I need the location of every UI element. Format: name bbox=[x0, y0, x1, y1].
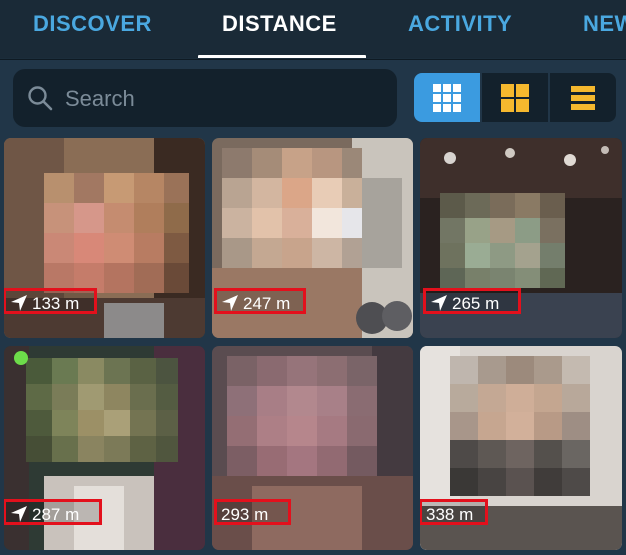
profile-tile[interactable]: 338 m bbox=[420, 346, 622, 550]
active-tab-indicator bbox=[198, 55, 366, 58]
tab-new[interactable]: NEW bbox=[583, 8, 626, 40]
location-arrow-icon bbox=[431, 295, 447, 311]
location-arrow-icon bbox=[11, 295, 27, 311]
toolbar bbox=[0, 60, 626, 134]
distance-label: 287 m bbox=[32, 505, 80, 524]
search-icon bbox=[28, 86, 53, 111]
tab-distance[interactable]: DISTANCE bbox=[222, 8, 337, 40]
list-icon bbox=[571, 86, 595, 110]
profile-tile[interactable]: 293 m bbox=[212, 346, 413, 550]
distance-badge: 265 m bbox=[423, 288, 521, 314]
distance-badge: 247 m bbox=[214, 288, 306, 314]
top-tab-bar: DISCOVER DISTANCE ACTIVITY NEW bbox=[0, 0, 626, 58]
location-arrow-icon bbox=[222, 295, 238, 311]
profile-grid: 133 m 247 m 265 m 287 m 293 m 338 m bbox=[0, 134, 626, 555]
location-arrow-icon bbox=[11, 506, 27, 522]
distance-badge: 133 m bbox=[4, 288, 97, 314]
distance-label: 338 m bbox=[426, 505, 474, 524]
grid-2x2-view-button[interactable] bbox=[482, 73, 548, 122]
grid-2x2-icon bbox=[501, 84, 529, 112]
list-view-button[interactable] bbox=[550, 73, 616, 122]
distance-label: 265 m bbox=[452, 294, 500, 313]
distance-badge: 338 m bbox=[420, 499, 488, 525]
search-bar[interactable] bbox=[13, 69, 397, 129]
distance-badge: 293 m bbox=[214, 499, 291, 525]
online-status-indicator bbox=[14, 351, 28, 365]
profile-tile[interactable]: 247 m bbox=[212, 138, 413, 338]
distance-label: 293 m bbox=[221, 505, 269, 524]
profile-tile[interactable]: 133 m bbox=[4, 138, 205, 338]
distance-label: 247 m bbox=[243, 294, 291, 313]
profile-tile[interactable]: 287 m bbox=[4, 346, 205, 550]
distance-badge: 287 m bbox=[4, 499, 102, 525]
search-input[interactable] bbox=[63, 69, 387, 129]
grid-3x3-icon bbox=[433, 84, 461, 112]
tab-activity[interactable]: ACTIVITY bbox=[408, 8, 512, 40]
profile-tile[interactable]: 265 m bbox=[420, 138, 622, 338]
grid-3x3-view-button[interactable] bbox=[414, 73, 480, 122]
distance-label: 133 m bbox=[32, 294, 80, 313]
tab-discover[interactable]: DISCOVER bbox=[33, 8, 152, 40]
